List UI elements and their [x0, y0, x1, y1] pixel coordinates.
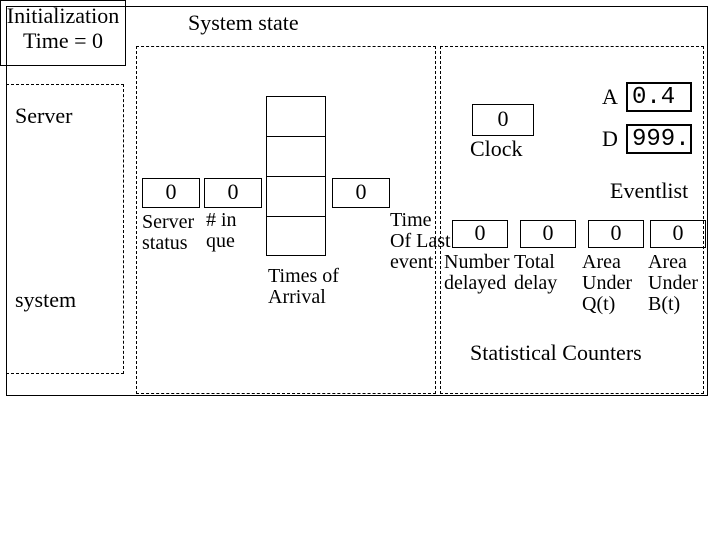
arrival-slot-value: 0	[356, 179, 367, 204]
clock-value: 0	[498, 106, 509, 131]
num-in-queue-value-box: 0	[204, 178, 262, 208]
event-d-value-box: 999.	[626, 124, 692, 154]
stat-number-delayed-box: 0	[452, 220, 508, 248]
stat-area-bt-box: 0	[650, 220, 706, 248]
stat-number-delayed-value: 0	[475, 220, 486, 245]
server-status-value: 0	[166, 179, 177, 204]
arrival-slot-value-box: 0	[332, 178, 390, 208]
stat-area-bt-label: Area Under B(t)	[648, 252, 718, 315]
system-label: system	[15, 287, 76, 313]
server-status-value-box: 0	[142, 178, 200, 208]
stat-area-qt-label: Area Under Q(t)	[582, 252, 652, 315]
stat-area-qt-box: 0	[588, 220, 644, 248]
server-status-label: Server status	[142, 212, 204, 254]
queue-cell	[267, 137, 325, 177]
stat-area-qt-value: 0	[611, 220, 622, 245]
stat-area-bt-value: 0	[673, 220, 684, 245]
event-a-value: 0.4	[632, 84, 675, 111]
queue-cell	[267, 217, 325, 257]
num-in-queue-value: 0	[228, 179, 239, 204]
eventlist-title: Eventlist	[610, 178, 688, 204]
num-in-queue-label: # in que	[206, 210, 262, 252]
stat-total-delay-box: 0	[520, 220, 576, 248]
stat-total-delay-value: 0	[543, 220, 554, 245]
initialization-line2: Time = 0	[23, 28, 103, 53]
server-label: Server	[15, 103, 72, 129]
system-state-title: System state	[188, 10, 299, 36]
initialization-line1: Initialization	[7, 3, 119, 28]
stat-number-delayed-label: Number delayed	[444, 252, 514, 294]
queue-visualization	[266, 96, 326, 256]
event-d-value: 999.	[632, 126, 690, 153]
initialization-box: Initialization Time = 0	[0, 0, 126, 66]
server-column: Server system	[6, 84, 124, 374]
clock-label: Clock	[470, 136, 523, 162]
event-a-label: A	[602, 84, 618, 110]
clock-value-box: 0	[472, 104, 534, 136]
statistical-counters-title: Statistical Counters	[470, 340, 642, 366]
times-of-arrival-label: Times of Arrival	[268, 266, 348, 308]
event-d-label: D	[602, 126, 618, 152]
event-a-value-box: 0.4	[626, 82, 692, 112]
time-of-last-event-label: Time Of Last event	[390, 210, 452, 273]
stat-total-delay-label: Total delay	[514, 252, 584, 294]
queue-cell	[267, 177, 325, 217]
queue-cell	[267, 97, 325, 137]
